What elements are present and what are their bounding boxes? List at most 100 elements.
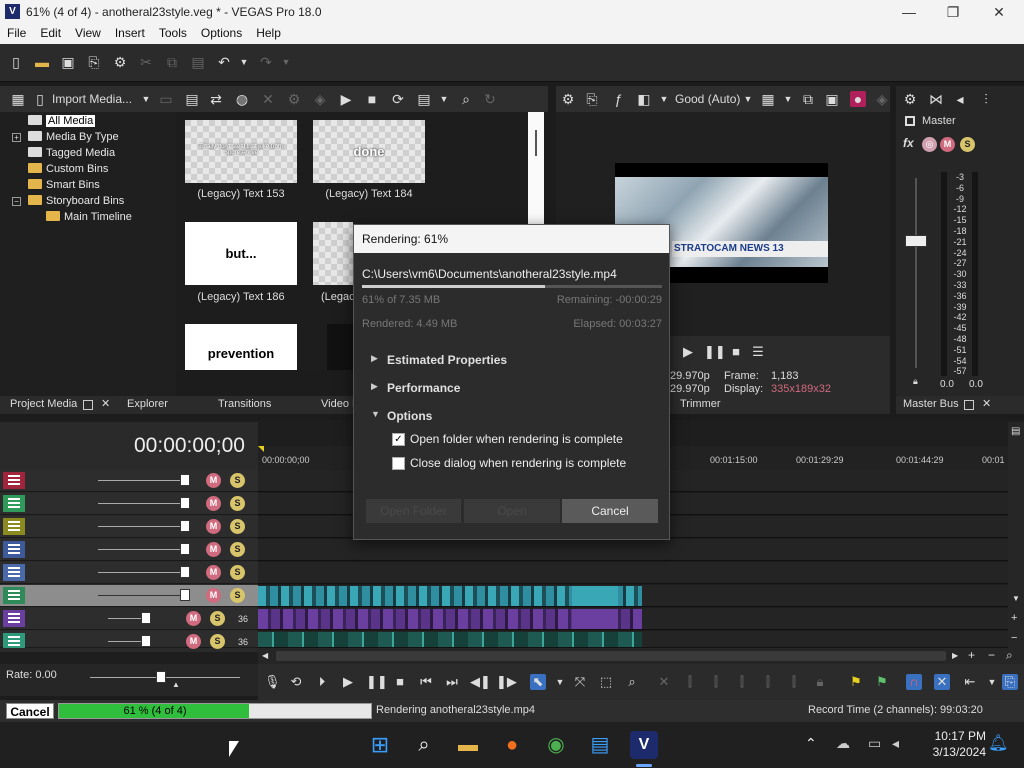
copy-icon[interactable]: ⧉ (164, 54, 180, 70)
track-level-slider[interactable] (98, 595, 182, 596)
track-header-selected[interactable]: M S (0, 585, 258, 607)
paste-icon[interactable]: ▤ (190, 54, 206, 70)
media-thumbnail[interactable] (327, 324, 353, 370)
close-tab-icon[interactable]: ✕ (101, 397, 110, 410)
render-as-icon[interactable]: ⎘ (86, 54, 102, 70)
redo-dropdown-icon[interactable]: ▼ (278, 54, 294, 70)
menu-options[interactable]: Options (194, 24, 249, 40)
capture-icon[interactable]: ▭ (158, 91, 174, 107)
tab-project-media[interactable]: Project Media (10, 398, 77, 410)
remove-icon[interactable]: ✕ (260, 91, 276, 107)
import-dropdown-icon[interactable]: ▼ (138, 91, 154, 107)
views-icon[interactable]: ▤ (416, 91, 432, 107)
firefox-icon[interactable]: ● (498, 731, 526, 759)
scroll-left-icon[interactable]: ◀ (262, 651, 268, 660)
maximize-button[interactable]: ❐ (930, 2, 976, 22)
edit-tool-dropdown-icon[interactable]: ▼ (552, 674, 568, 690)
tree-item-storyboard-bins[interactable]: Storyboard Bins (28, 193, 124, 209)
master-checkbox-icon[interactable] (905, 116, 915, 126)
tab-transitions[interactable]: Transitions (218, 398, 271, 410)
save-snapshot-icon[interactable]: ▣ (824, 91, 840, 107)
tab-explorer[interactable]: Explorer (127, 398, 168, 410)
track-color-swatch[interactable] (3, 472, 25, 489)
track-header[interactable]: M S (0, 516, 258, 538)
track-level-slider[interactable] (98, 572, 182, 573)
undock-icon[interactable] (83, 400, 93, 410)
track-lane[interactable] (258, 585, 1008, 607)
more-icon[interactable]: ◈ (874, 91, 890, 107)
track-solo-icon[interactable]: S (230, 519, 245, 534)
clock-time[interactable]: 10:17 PM (926, 729, 986, 743)
menu-view[interactable]: View (68, 24, 108, 40)
delete-icon[interactable]: ✕ (656, 674, 672, 690)
preview-properties-gear-icon[interactable]: ⚙ (560, 91, 576, 107)
track-mute-icon[interactable]: M (206, 473, 221, 488)
mute-icon[interactable]: M (940, 137, 955, 152)
close-tab-icon[interactable]: ✕ (982, 397, 991, 410)
pause-icon[interactable]: ❚❚ (366, 674, 388, 690)
mixer-properties-gear-icon[interactable]: ⚙ (902, 91, 918, 107)
insert-region-icon[interactable]: ⚑ (874, 674, 890, 690)
collapse-icon[interactable]: − (12, 197, 21, 206)
zoom-icon[interactable]: ⌕ (1006, 648, 1013, 663)
track-level-knob[interactable] (180, 520, 190, 532)
track-color-swatch[interactable] (3, 495, 25, 512)
stop-icon[interactable]: ■ (392, 674, 408, 690)
auto-crossfade-icon[interactable]: ✕ (934, 674, 950, 690)
speaker-icon[interactable]: ◂ (952, 91, 968, 107)
file-explorer-icon[interactable]: ▬ (454, 731, 482, 759)
track-level-slider[interactable] (98, 526, 182, 527)
track-mute-icon[interactable]: M (206, 588, 221, 603)
display-icon[interactable]: ▭ (868, 735, 881, 752)
auto-preview-icon[interactable]: ⟳ (390, 91, 406, 107)
track-solo-icon[interactable]: S (210, 634, 225, 649)
master-fader-track[interactable] (915, 178, 917, 368)
track-solo-icon[interactable]: S (230, 473, 245, 488)
preview-play-icon[interactable]: ▶ (338, 91, 354, 107)
record-icon[interactable]: ● (850, 91, 866, 107)
network-icon[interactable]: ☁ (836, 735, 850, 752)
ripple-edit-icon[interactable]: ⇤ (962, 674, 978, 690)
play-from-start-icon[interactable]: ⏵ (314, 674, 330, 690)
cut-icon[interactable]: ✂ (138, 54, 154, 70)
downmix-icon[interactable]: ⋈ (928, 91, 944, 107)
track-color-swatch[interactable] (3, 633, 25, 648)
track-level-slider[interactable] (98, 480, 182, 481)
timeline-horizontal-scrollbar[interactable]: ◀ ▶ + − ⌕ (258, 648, 1024, 664)
fx-icon[interactable]: fx (903, 136, 914, 150)
track-color-swatch[interactable] (3, 541, 25, 558)
loop-playback-icon[interactable]: ⟲ (288, 674, 304, 690)
open-button[interactable]: Open (464, 499, 560, 523)
menu-edit[interactable]: Edit (33, 24, 68, 40)
track-header[interactable]: M S (0, 539, 258, 561)
track-volume-knob[interactable] (141, 612, 151, 624)
media-thumbnail[interactable]: Totally don't steal that joke from Spore… (185, 120, 297, 183)
track-mute-icon[interactable]: M (206, 519, 221, 534)
track-mute-icon[interactable]: M (186, 634, 201, 649)
envelope-tool-icon[interactable]: ⤧ (572, 674, 588, 690)
media-fx-icon[interactable]: ◍ (234, 91, 250, 107)
split-icon[interactable]: ⫿ (760, 674, 776, 690)
tree-item-media-by-type[interactable]: Media By Type (28, 129, 119, 145)
import-media-button[interactable]: Import Media... (52, 92, 132, 106)
track-level-knob[interactable] (180, 543, 190, 555)
trim-end-icon[interactable]: ⫿ (734, 674, 750, 690)
properties-gear-icon[interactable]: ⚙ (112, 54, 128, 70)
track-header[interactable]: M S (0, 493, 258, 515)
get-media-icon[interactable]: ▤ (184, 91, 200, 107)
close-dialog-checkbox[interactable] (392, 457, 405, 470)
lock-icon[interactable]: 🔒︎ (913, 376, 918, 387)
save-icon[interactable]: ▣ (60, 54, 76, 70)
zoom-tool-icon[interactable]: ⌕ (624, 674, 640, 690)
track-color-swatch[interactable] (3, 518, 25, 535)
mixer-faders-icon[interactable]: ⫶ (978, 91, 994, 107)
zoom-in-icon[interactable]: + (968, 648, 975, 662)
preview-menu-icon[interactable]: ☰ (750, 344, 766, 360)
record-mic-icon[interactable]: 🎙︎ (264, 674, 281, 690)
track-solo-icon[interactable]: S (230, 588, 245, 603)
audio-track-header[interactable]: M S 36 (0, 608, 258, 630)
track-volume-knob[interactable] (141, 635, 151, 647)
media-thumbnail[interactable] (313, 222, 353, 285)
scroll-right-icon[interactable]: ▶ (952, 651, 958, 660)
master-fader-knob[interactable] (905, 235, 927, 247)
